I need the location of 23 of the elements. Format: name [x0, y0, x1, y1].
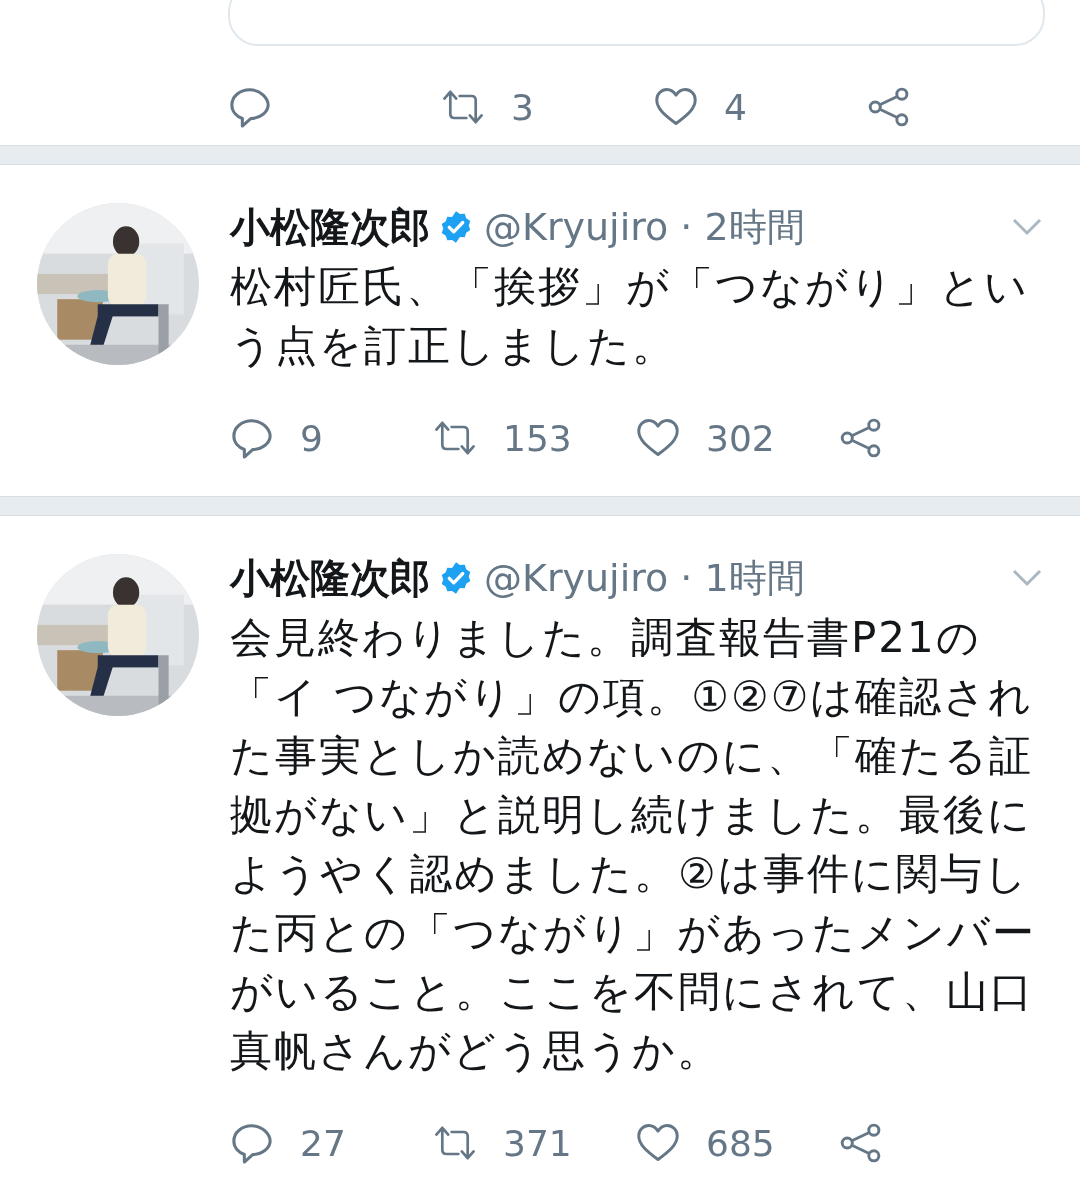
handle-and-time: @Kryujiro · 2時間 [484, 203, 806, 251]
heart-icon[interactable] [654, 86, 698, 128]
retweet-count: 153 [503, 417, 572, 459]
like-count: 4 [724, 86, 747, 128]
handle-and-time: @Kryujiro · 1時間 [484, 554, 806, 602]
reply-icon[interactable] [230, 1122, 274, 1164]
share-icon[interactable] [839, 417, 883, 459]
author-name[interactable]: 小松隆次郎 [230, 199, 430, 255]
heart-icon[interactable] [636, 417, 680, 459]
tweet-text: 松村匠氏、「挨拶」が「つながり」という点を訂正しました。 [230, 261, 1030, 372]
share-icon[interactable] [867, 86, 911, 128]
reply-icon[interactable] [230, 417, 274, 459]
reply-icon[interactable] [228, 86, 272, 128]
heart-icon[interactable] [636, 1122, 680, 1164]
author-name[interactable]: 小松隆次郎 [230, 550, 430, 606]
like-count: 302 [706, 417, 775, 459]
tweet-text: 会見終わりました。調査報告書P21の「イ つながり」の項。①②⑦は確認された事実としか読めないのに、「確たる証拠がない」と説明し続けました。最後にようやく認めました。②は事件に関与した丙との「つながり」があったメンバーがいること。ここを不問にされて、山口真帆さんがどう思うか。 [230, 612, 1037, 1077]
retweet-count: 371 [503, 1122, 572, 1164]
like-count: 685 [706, 1122, 775, 1164]
share-icon[interactable] [839, 1122, 883, 1164]
reply-count: 27 [300, 1122, 346, 1164]
reply-count: 9 [300, 417, 323, 459]
retweet-count: 3 [511, 86, 534, 128]
